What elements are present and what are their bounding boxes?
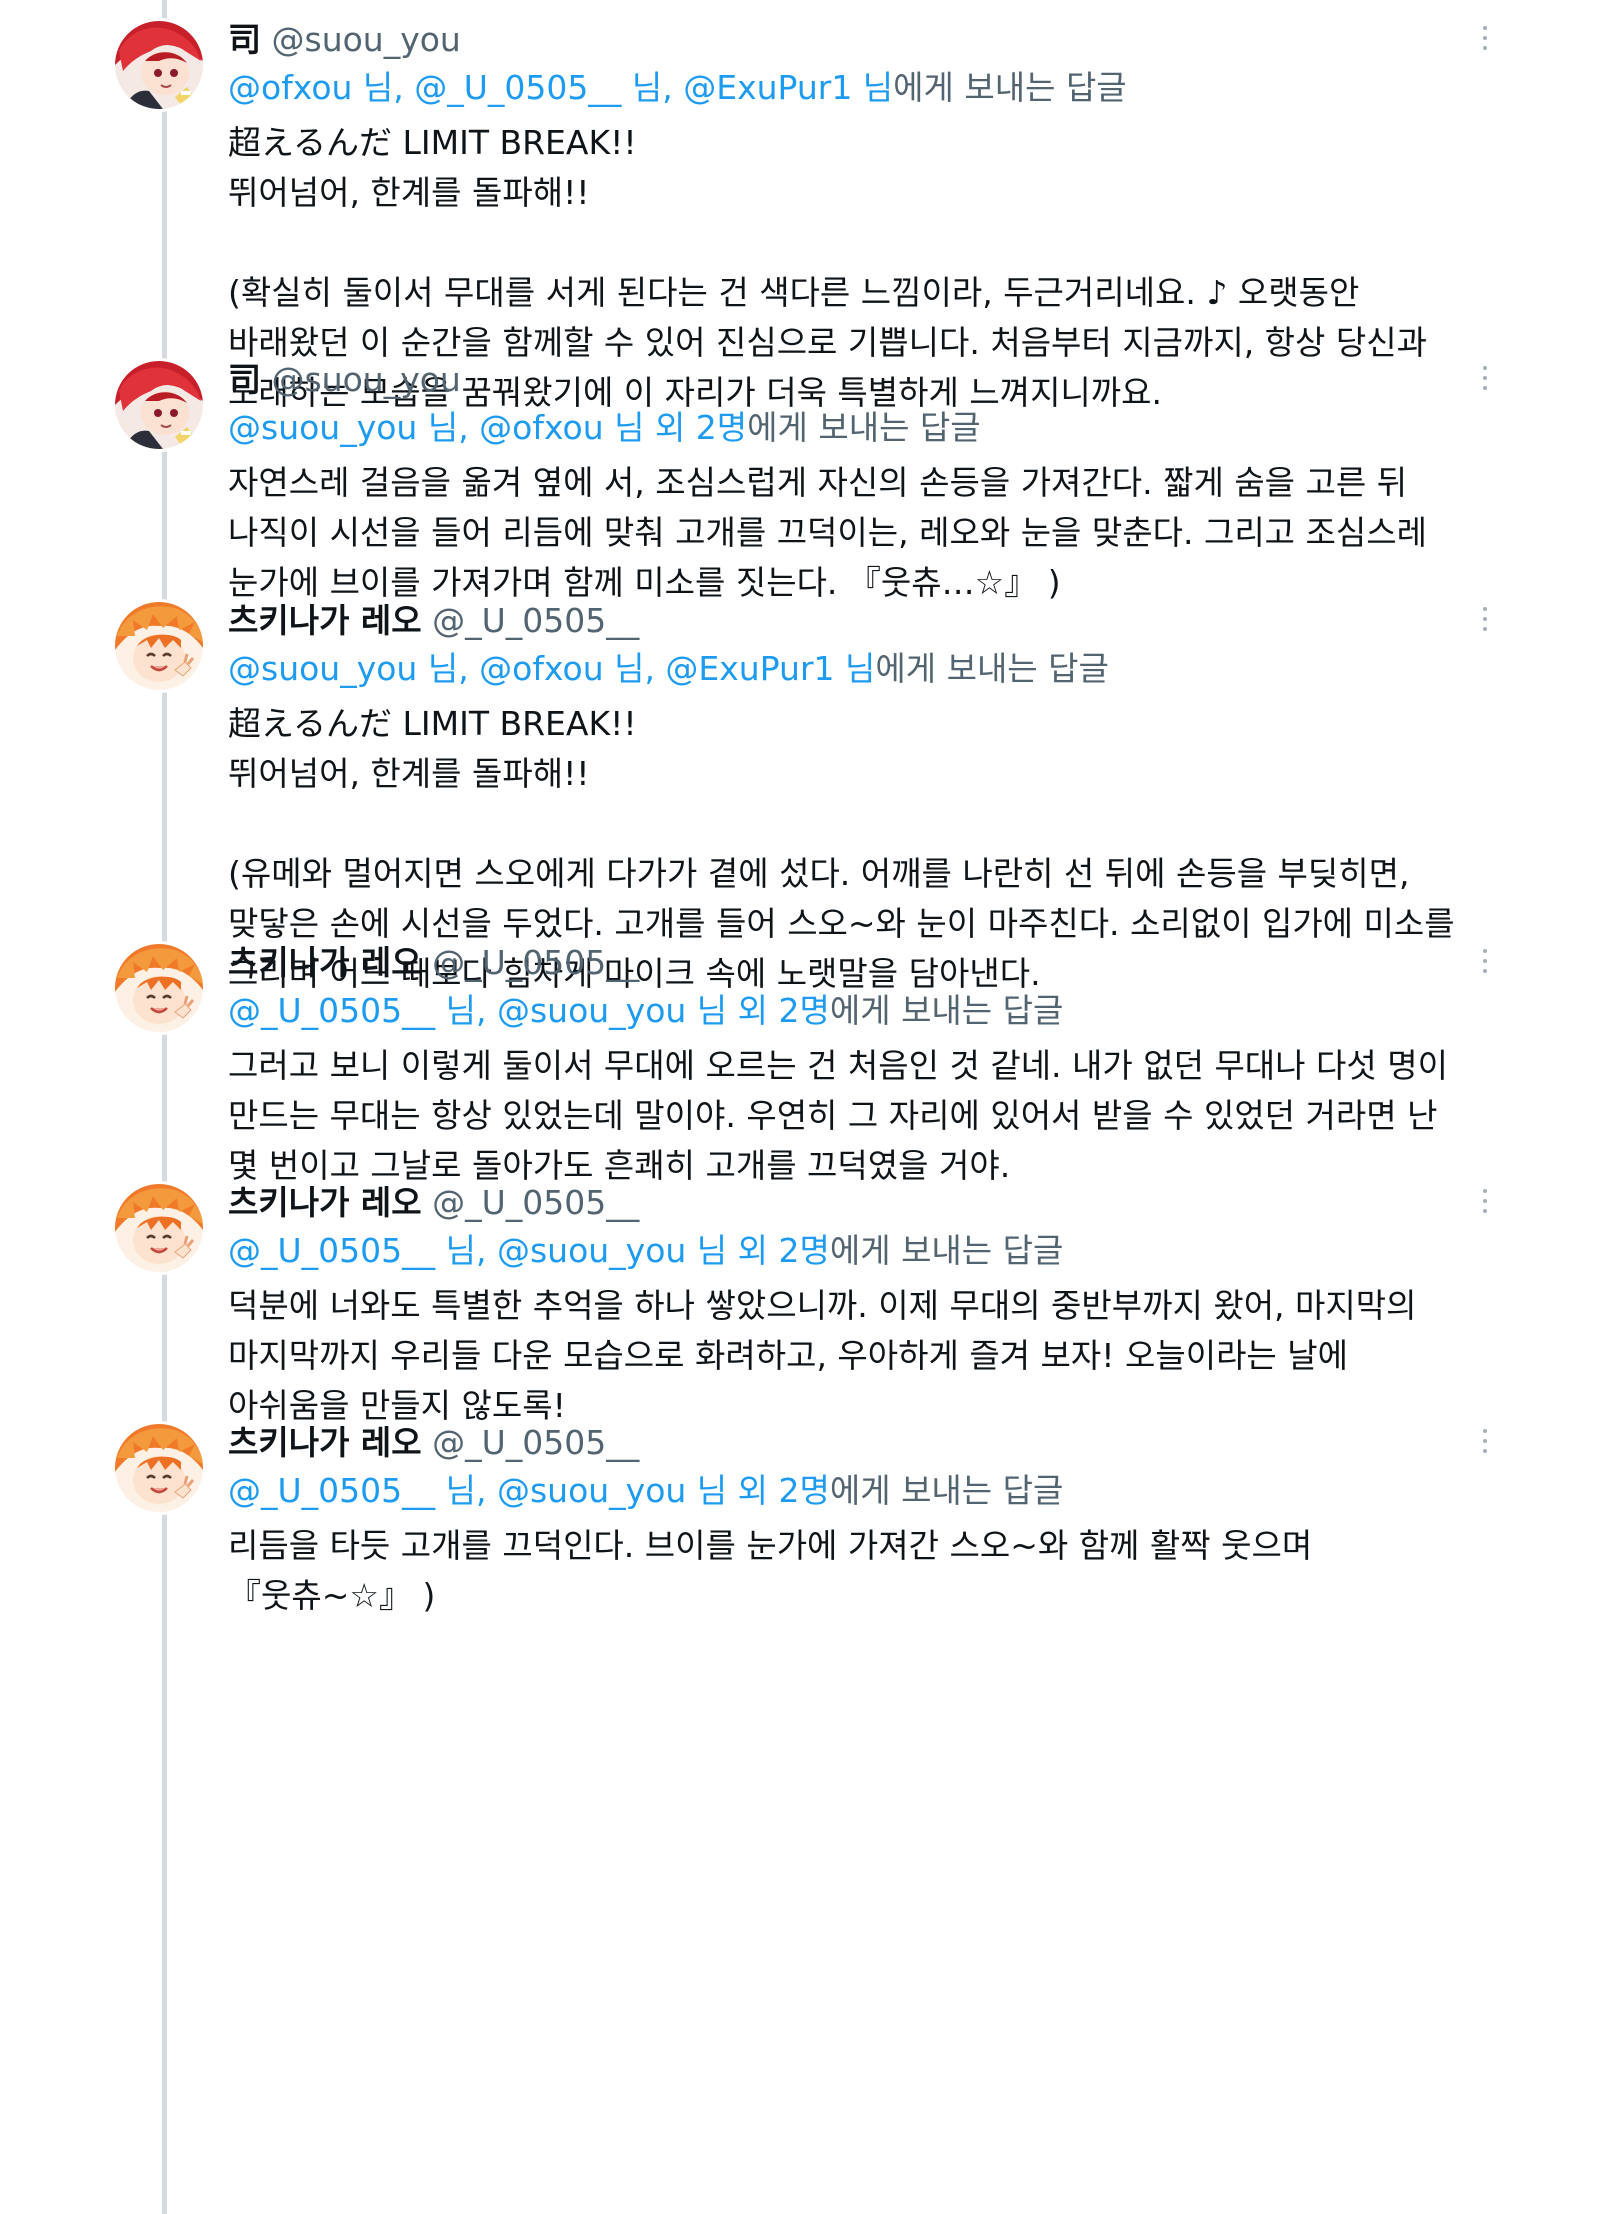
tweet-text-line: 리듬을 타듯 고개를 끄덕인다. 브이를 눈가에 가져간 스오~와 함께 활짝 … (228, 1526, 1313, 1565)
leo-avatar[interactable] (112, 1421, 206, 1515)
more-options-icon[interactable] (1478, 949, 1492, 979)
replying-to-label: 에게 보내는 답글 (829, 1231, 1064, 1270)
tweet-text-line: 超えるんだ LIMIT BREAK!! (228, 704, 637, 743)
tweet-text-line: 자연스레 걸음을 옮겨 옆에 서, 조심스럽게 자신의 손등을 가져간다. 짧게… (228, 463, 1408, 502)
display-name[interactable]: 司 (228, 20, 261, 59)
display-name[interactable]: 츠키나가 레오 (228, 601, 422, 640)
user-handle[interactable]: @_U_0505__ (432, 1183, 639, 1222)
suou-avatar[interactable] (112, 18, 206, 112)
replying-to-mentions[interactable]: @suou_you 님, @ofxou 님 외 2명 (228, 408, 747, 447)
user-handle[interactable]: @suou_you (272, 20, 461, 59)
replying-to: @suou_you 님, @ofxou 님 외 2명에게 보내는 답글 (228, 406, 981, 450)
replying-to-label: 에게 보내는 답글 (893, 68, 1127, 107)
tweet-text-line (228, 218, 1488, 268)
replying-to-label: 에게 보내는 답글 (747, 408, 981, 447)
replying-to-mentions[interactable]: @_U_0505__ 님, @suou_you 님 외 2명 (228, 991, 830, 1030)
tweet-text-line: 超えるんだ LIMIT BREAK!! (228, 123, 637, 162)
display-name[interactable]: 츠키나가 레오 (228, 943, 422, 982)
tweet-text-line (228, 799, 1488, 849)
more-options-icon[interactable] (1478, 1189, 1492, 1219)
tweet-text-line: (확실히 둘이서 무대를 서게 된다는 건 색다른 느낌이라, 두근거리네요. … (228, 273, 1360, 312)
tweet-header: 司 @suou_you (228, 358, 461, 402)
tweet-header: 司 @suou_you (228, 18, 461, 62)
leo-avatar[interactable] (112, 599, 206, 693)
replying-to-mentions[interactable]: @ofxou 님, @_U_0505__ 님, @ExuPur1 님 (228, 68, 893, 107)
replying-to-label: 에게 보내는 답글 (829, 1471, 1064, 1510)
replying-to-mentions[interactable]: @suou_you 님, @ofxou 님, @ExuPur1 님 (228, 649, 875, 688)
display-name[interactable]: 츠키나가 레오 (228, 1183, 422, 1222)
replying-to-label: 에게 보내는 답글 (829, 991, 1064, 1030)
tweet-text: 리듬을 타듯 고개를 끄덕인다. 브이를 눈가에 가져간 스오~와 함께 활짝 … (228, 1521, 1488, 1621)
user-handle[interactable]: @_U_0505__ (432, 943, 639, 982)
replying-to: @ofxou 님, @_U_0505__ 님, @ExuPur1 님에게 보내는… (228, 66, 1127, 110)
tweet-text-line: 마지막까지 우리들 다운 모습으로 화려하고, 우아하게 즐겨 보자! 오늘이라… (228, 1336, 1349, 1375)
tweet-text: 덕분에 너와도 특별한 추억을 하나 쌓았으니까. 이제 무대의 중반부까지 왔… (228, 1281, 1488, 1431)
tweet-text: 자연스레 걸음을 옮겨 옆에 서, 조심스럽게 자신의 손등을 가져간다. 짧게… (228, 458, 1488, 608)
user-handle[interactable]: @suou_you (272, 360, 461, 399)
tweet-header: 츠키나가 레오 @_U_0505__ (228, 1421, 639, 1465)
tweet-header: 츠키나가 레오 @_U_0505__ (228, 599, 639, 643)
tweet-text: 그러고 보니 이렇게 둘이서 무대에 오르는 건 처음인 것 같네. 내가 없던… (228, 1041, 1488, 1191)
leo-avatar[interactable] (112, 941, 206, 1035)
more-options-icon[interactable] (1478, 26, 1492, 56)
replying-to: @_U_0505__ 님, @suou_you 님 외 2명에게 보내는 답글 (228, 1469, 1063, 1513)
tweet-text-line: 『웃츄~☆』 ) (228, 1576, 436, 1615)
tweet-text-line: 나직이 시선을 들어 리듬에 맞춰 고개를 끄덕이는, 레오와 눈을 맞춘다. … (228, 513, 1427, 552)
leo-avatar[interactable] (112, 1181, 206, 1275)
tweet-text-line: (유메와 멀어지면 스오에게 다가가 곁에 섰다. 어깨를 나란히 선 뒤에 손… (228, 854, 1410, 893)
display-name[interactable]: 司 (228, 360, 261, 399)
replying-to-label: 에게 보내는 답글 (875, 649, 1109, 688)
replying-to: @suou_you 님, @ofxou 님, @ExuPur1 님에게 보내는 … (228, 647, 1109, 691)
tweet-text-line: 뛰어넘어, 한계를 돌파해!! (228, 754, 590, 793)
thread-connector-line (162, 0, 167, 2214)
tweet-text-line: 그러고 보니 이렇게 둘이서 무대에 오르는 건 처음인 것 같네. 내가 없던… (228, 1046, 1448, 1085)
more-options-icon[interactable] (1478, 607, 1492, 637)
user-handle[interactable]: @_U_0505__ (432, 1423, 639, 1462)
tweet-header: 츠키나가 레오 @_U_0505__ (228, 1181, 639, 1225)
replying-to: @_U_0505__ 님, @suou_you 님 외 2명에게 보내는 답글 (228, 1229, 1063, 1273)
tweet-text-line: 뛰어넘어, 한계를 돌파해!! (228, 173, 590, 212)
user-handle[interactable]: @_U_0505__ (432, 601, 639, 640)
replying-to-mentions[interactable]: @_U_0505__ 님, @suou_you 님 외 2명 (228, 1471, 830, 1510)
replying-to: @_U_0505__ 님, @suou_you 님 외 2명에게 보내는 답글 (228, 989, 1063, 1033)
more-options-icon[interactable] (1478, 366, 1492, 396)
replying-to-mentions[interactable]: @_U_0505__ 님, @suou_you 님 외 2명 (228, 1231, 830, 1270)
more-options-icon[interactable] (1478, 1429, 1492, 1459)
tweet-header: 츠키나가 레오 @_U_0505__ (228, 941, 639, 985)
display-name[interactable]: 츠키나가 레오 (228, 1423, 422, 1462)
tweet-text-line: 덕분에 너와도 특별한 추억을 하나 쌓았으니까. 이제 무대의 중반부까지 왔… (228, 1286, 1417, 1325)
tweet-text-line: 만드는 무대는 항상 있었는데 말이야. 우연히 그 자리에 있어서 받을 수 … (228, 1096, 1438, 1135)
suou-avatar[interactable] (112, 358, 206, 452)
